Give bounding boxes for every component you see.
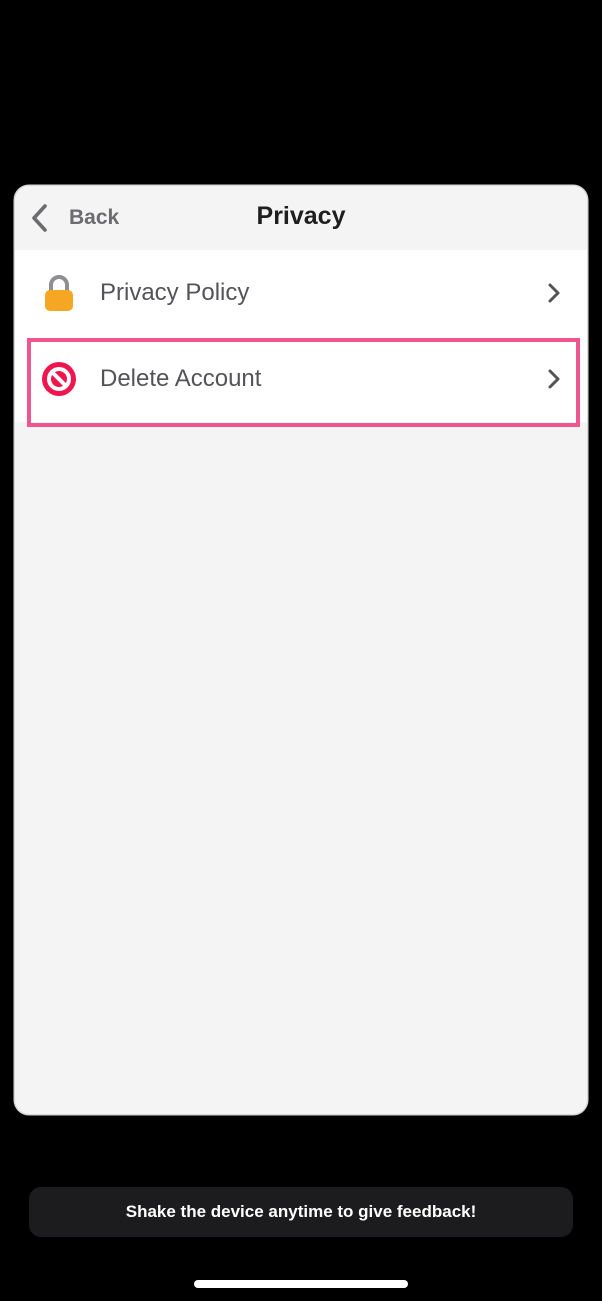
settings-list: Privacy Policy Delete Account xyxy=(15,250,587,422)
navigation-bar: Back Privacy xyxy=(15,186,587,250)
delete-account-label: Delete Account xyxy=(100,365,262,392)
no-entry-icon xyxy=(39,359,79,399)
chevron-right-icon xyxy=(548,369,560,389)
chevron-right-icon xyxy=(548,283,560,303)
lock-icon xyxy=(39,273,79,313)
privacy-policy-label: Privacy Policy xyxy=(100,279,250,306)
privacy-policy-item[interactable]: Privacy Policy xyxy=(15,250,587,336)
feedback-toast: Shake the device anytime to give feedbac… xyxy=(29,1187,573,1237)
home-indicator[interactable] xyxy=(194,1280,408,1288)
screen: Back Privacy Privacy Policy Delete Accou… xyxy=(0,0,602,1301)
privacy-sheet: Back Privacy Privacy Policy Delete Accou… xyxy=(15,186,587,1114)
toast-text: Shake the device anytime to give feedbac… xyxy=(125,1202,477,1221)
delete-account-item[interactable]: Delete Account xyxy=(15,336,587,422)
page-title: Privacy xyxy=(256,202,346,230)
